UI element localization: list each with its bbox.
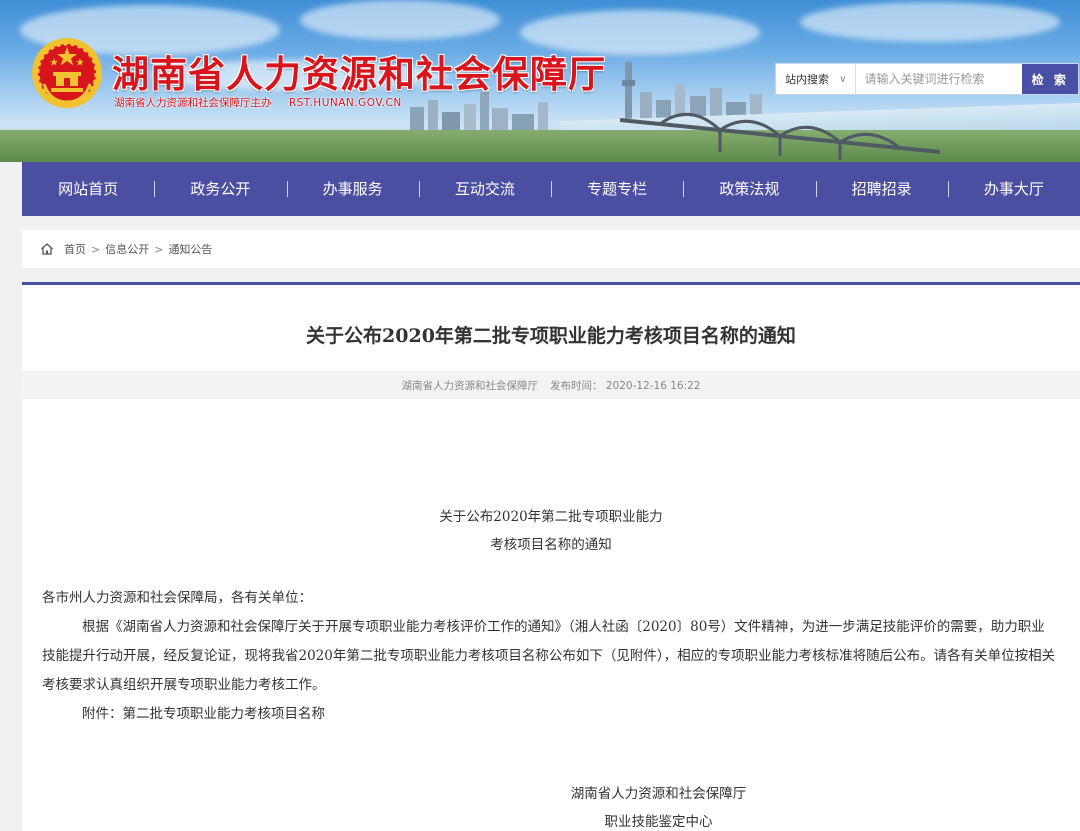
signature-line2: 职业技能鉴定中心: [604, 814, 713, 830]
publish-time-group: 发布时间： 2020-12-16 16:22: [550, 378, 700, 393]
salutation: 各市州人力资源和社会保障局，各有关单位：: [42, 590, 312, 606]
publish-time: 2020-12-16 16:22: [605, 379, 701, 392]
breadcrumb-home[interactable]: 首页: [64, 241, 86, 257]
chevron-down-icon: ∨: [839, 73, 847, 85]
site-sub-text: 湖南省人力资源和社会保障厅主办: [114, 97, 272, 109]
nav-item-service-hall[interactable]: 办事大厅: [947, 162, 1080, 216]
site-subtitle: 湖南省人力资源和社会保障厅主办 RST.HUNAN.GOV.CN: [114, 95, 402, 110]
site-banner: 湖南省人力资源和社会保障厅 湖南省人力资源和社会保障厅主办 RST.HUNAN.…: [0, 0, 1080, 162]
site-title: 湖南省人力资源和社会保障厅: [112, 53, 606, 96]
search-box: 站内搜索 ∨ 检 索: [775, 63, 1079, 95]
article-source: 湖南省人力资源和社会保障厅: [401, 379, 539, 392]
home-icon[interactable]: [40, 242, 54, 256]
search-input[interactable]: [856, 64, 1023, 94]
article: 关于公布2020年第二批专项职业能力考核项目名称的通知 湖南省人力资源和社会保障…: [22, 282, 1080, 831]
article-meta: 湖南省人力资源和社会保障厅 发布时间： 2020-12-16 16:22: [22, 371, 1080, 399]
site-url: RST.HUNAN.GOV.CN: [288, 97, 402, 109]
breadcrumb-separator: >: [154, 242, 164, 256]
signature-line1: 湖南省人力资源和社会保障厅: [570, 786, 747, 802]
nav-item-services[interactable]: 办事服务: [286, 162, 419, 216]
nav-item-recruitment[interactable]: 招聘招录: [815, 162, 948, 216]
publish-label: 发布时间：: [550, 379, 603, 392]
breadcrumb-notices[interactable]: 通知公告: [168, 241, 212, 257]
breadcrumb-separator: >: [91, 242, 101, 256]
national-emblem-icon: [32, 38, 102, 108]
breadcrumb: 首页 > 信息公开 > 通知公告: [22, 230, 1080, 268]
nav-item-home[interactable]: 网站首页: [22, 162, 154, 216]
search-scope-select[interactable]: 站内搜索 ∨: [776, 64, 857, 94]
article-title: 关于公布2020年第二批专项职业能力考核项目名称的通知: [306, 325, 796, 347]
main-nav: 网站首页 政务公开 办事服务 互动交流 专题专栏 政策法规 招聘招录 办事大厅: [22, 162, 1080, 216]
bridge-image: [620, 112, 940, 160]
breadcrumb-info-public[interactable]: 信息公开: [105, 241, 149, 257]
nav-item-gov-affairs[interactable]: 政务公开: [154, 162, 286, 216]
nav-item-policies[interactable]: 政策法规: [683, 162, 815, 216]
search-button[interactable]: 检 索: [1022, 64, 1078, 94]
search-scope-label: 站内搜索: [785, 73, 830, 86]
nav-item-interaction[interactable]: 互动交流: [418, 162, 551, 216]
attachment-line: 附件：第二批专项职业能力考核项目名称: [82, 706, 325, 722]
nav-item-topics[interactable]: 专题专栏: [551, 162, 683, 216]
doc-title-line2: 考核项目名称的通知: [490, 537, 612, 553]
doc-title-line1: 关于公布2020年第二批专项职业能力: [439, 509, 663, 525]
body-paragraph: 根据《湖南省人力资源和社会保障厅关于开展专项职业能力考核评价工作的通知》（湘人社…: [42, 619, 1056, 693]
